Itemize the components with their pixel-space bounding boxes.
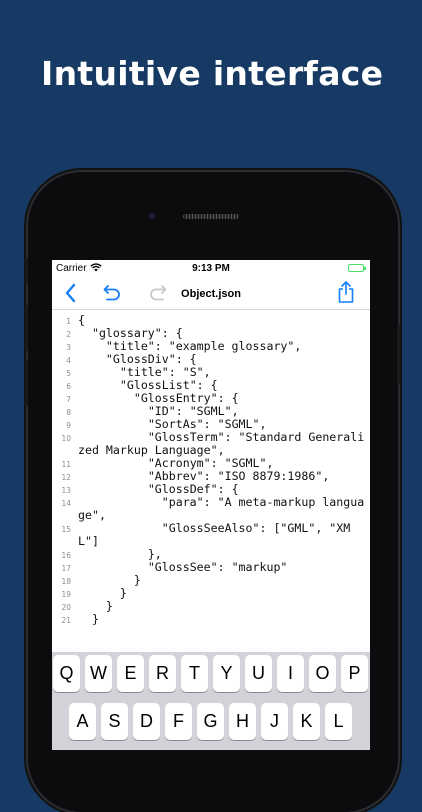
battery-icon (348, 264, 366, 272)
code-line[interactable]: 14 "para": "A meta-markup language", (52, 496, 370, 522)
code-text: "para": "A meta-markup language", (78, 495, 365, 522)
code-text: "GlossSeeAlso": ["GML", "XML"] (78, 521, 351, 548)
key-g[interactable]: G (197, 703, 224, 740)
code-text: "GlossTerm": "Standard Generalized Marku… (78, 430, 365, 457)
key-y[interactable]: Y (213, 655, 240, 692)
key-e[interactable]: E (117, 655, 144, 692)
code-text: } (78, 586, 127, 600)
key-k[interactable]: K (293, 703, 320, 740)
volume-down-button (25, 360, 28, 406)
key-l[interactable]: L (325, 703, 352, 740)
app-screen: Carrier 9:13 PM Object.json 1 {2 "gloss… (52, 260, 370, 750)
key-t[interactable]: T (181, 655, 208, 692)
status-bar: Carrier 9:13 PM (52, 260, 370, 278)
key-h[interactable]: H (229, 703, 256, 740)
line-number: 15 (61, 525, 71, 534)
line-number: 21 (61, 616, 71, 625)
front-camera (147, 211, 157, 221)
mute-switch (25, 258, 28, 284)
code-line[interactable]: 15 "GlossSeeAlso": ["GML", "XML"] (52, 522, 370, 548)
power-button (397, 325, 400, 385)
code-text: } (78, 599, 113, 613)
code-editor[interactable]: 1{2 "glossary": {3 "title": "example glo… (52, 314, 370, 650)
key-w[interactable]: W (85, 655, 112, 692)
key-f[interactable]: F (165, 703, 192, 740)
line-number: 14 (61, 499, 71, 508)
code-line[interactable]: 21 } (52, 613, 370, 626)
code-line[interactable]: 20 } (52, 600, 370, 613)
volume-up-button (25, 305, 28, 351)
key-s[interactable]: S (101, 703, 128, 740)
key-q[interactable]: Q (53, 655, 80, 692)
keyboard: QWERTYUIOP ASDFGHJKL (52, 652, 370, 750)
share-icon[interactable] (336, 280, 356, 309)
navigation-bar: Object.json (52, 278, 370, 310)
key-d[interactable]: D (133, 703, 160, 740)
key-r[interactable]: R (149, 655, 176, 692)
status-time: 9:13 PM (192, 263, 230, 274)
key-o[interactable]: O (309, 655, 336, 692)
code-line[interactable]: 10 "GlossTerm": "Standard Generalized Ma… (52, 431, 370, 457)
key-j[interactable]: J (261, 703, 288, 740)
headline: Intuitive interface (41, 54, 384, 93)
code-text: } (78, 612, 99, 626)
line-number: 10 (61, 434, 71, 443)
key-u[interactable]: U (245, 655, 272, 692)
key-i[interactable]: I (277, 655, 304, 692)
key-a[interactable]: A (69, 703, 96, 740)
earpiece-speaker (183, 214, 239, 219)
file-title: Object.json (181, 288, 241, 300)
key-p[interactable]: P (341, 655, 368, 692)
